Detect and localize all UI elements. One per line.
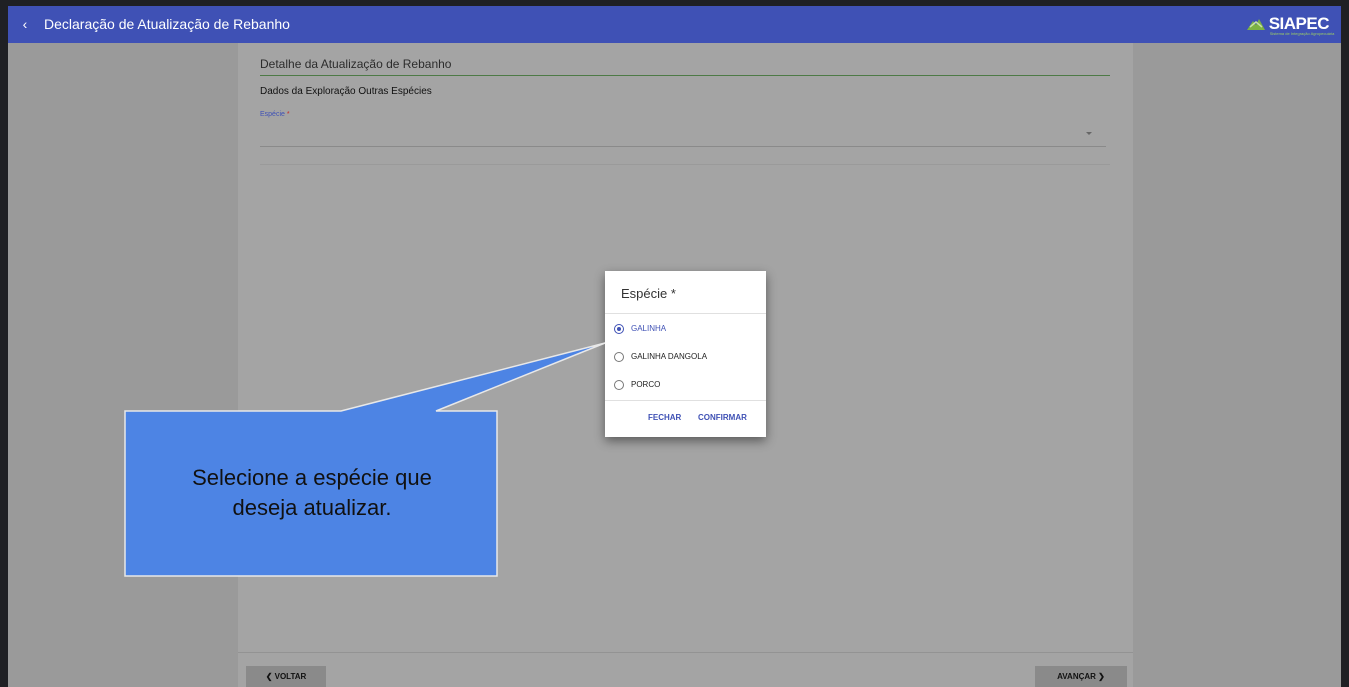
callout-text: Selecione a espécie que deseja atualizar… — [127, 463, 497, 523]
app-frame: ‹ Declaração de Atualização de Rebanho S… — [8, 6, 1341, 687]
callout-line-1: Selecione a espécie que — [192, 465, 432, 490]
callout-balloon — [124, 342, 606, 577]
callout-line-2: deseja atualizar. — [232, 495, 392, 520]
